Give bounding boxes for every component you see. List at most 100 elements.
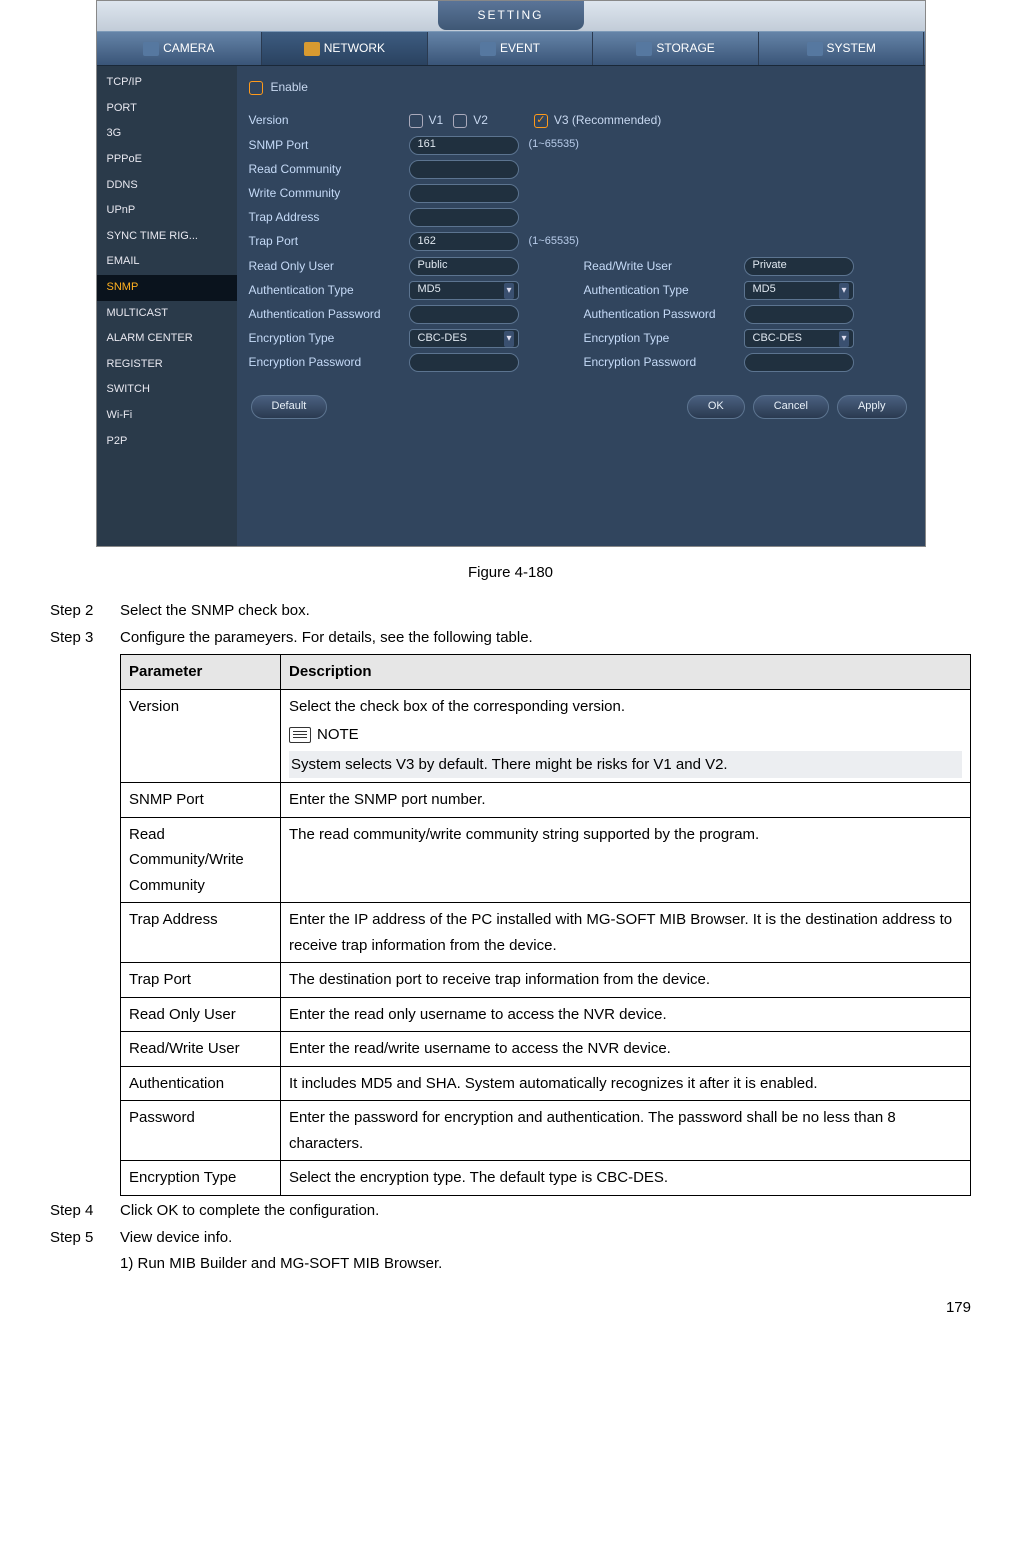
field-label: Authentication Type	[249, 281, 409, 300]
field-label: Authentication Password	[584, 305, 744, 324]
tab-label: STORAGE	[656, 39, 714, 58]
note-icon	[289, 727, 311, 743]
step-body: Configure the parameyers. For details, s…	[120, 626, 971, 1196]
field-input[interactable]	[409, 305, 519, 324]
sidebar-item-pppoe[interactable]: PPPoE	[97, 147, 237, 173]
field-label: Read Community	[249, 160, 409, 179]
camera-icon	[143, 42, 159, 56]
title-tab: SETTING	[437, 1, 583, 30]
field-input[interactable]: MD5	[409, 281, 519, 300]
v2-checkbox[interactable]	[453, 114, 467, 128]
system-icon	[807, 42, 823, 56]
sidebar-item-port[interactable]: PORT	[97, 96, 237, 122]
step-body: Select the SNMP check box.	[120, 599, 971, 623]
desc-cell: Enter the read/write username to access …	[281, 1032, 971, 1067]
field-label: SNMP Port	[249, 136, 409, 155]
field-label: Encryption Password	[249, 353, 409, 372]
v3-checkbox[interactable]: ✓	[534, 114, 548, 128]
sidebar-item-email[interactable]: EMAIL	[97, 249, 237, 275]
step-label: Step 5	[50, 1226, 120, 1276]
field-input[interactable]: Private	[744, 257, 854, 276]
desc-cell: It includes MD5 and SHA. System automati…	[281, 1066, 971, 1101]
step-label: Step 4	[50, 1199, 120, 1223]
tab-network[interactable]: NETWORK	[262, 32, 428, 65]
field-input[interactable]: 162	[409, 232, 519, 251]
bottom-bar: Default OK Cancel Apply	[249, 377, 909, 421]
field-input[interactable]: CBC-DES	[409, 329, 519, 348]
figure-caption: Figure 4-180	[50, 561, 971, 585]
param-cell: Trap Address	[121, 903, 281, 963]
param-cell: Trap Port	[121, 963, 281, 998]
v1-label: V1	[429, 111, 444, 130]
apply-button[interactable]: Apply	[837, 395, 907, 419]
step-label: Step 3	[50, 626, 120, 1196]
th-description: Description	[281, 655, 971, 690]
sidebar-item-tcp-ip[interactable]: TCP/IP	[97, 70, 237, 96]
field-input[interactable]: CBC-DES	[744, 329, 854, 348]
network-icon	[304, 42, 320, 56]
step-body: Click OK to complete the configuration.	[120, 1199, 971, 1223]
desc-cell: Enter the read only username to access t…	[281, 997, 971, 1032]
field-input[interactable]	[409, 184, 519, 203]
sidebar-item-snmp[interactable]: SNMP	[97, 275, 237, 301]
tab-system[interactable]: SYSTEM	[759, 32, 925, 65]
v1-checkbox[interactable]	[409, 114, 423, 128]
sidebar-item-register[interactable]: REGISTER	[97, 352, 237, 378]
field-input[interactable]: 161	[409, 136, 519, 155]
desc-cell: Enter the IP address of the PC installed…	[281, 903, 971, 963]
field-input[interactable]	[409, 353, 519, 372]
sidebar-item-upnp[interactable]: UPnP	[97, 198, 237, 224]
sidebar-item-3g[interactable]: 3G	[97, 121, 237, 147]
tab-storage[interactable]: STORAGE	[593, 32, 759, 65]
sidebar-item-sync-time-rig-[interactable]: SYNC TIME RIG...	[97, 224, 237, 250]
param-cell: Read Only User	[121, 997, 281, 1032]
field-label: Read/Write User	[584, 257, 744, 276]
field-input[interactable]: Public	[409, 257, 519, 276]
desc-cell: Select the check box of the correspondin…	[281, 689, 971, 783]
field-hint: (1~65535)	[529, 233, 579, 251]
field-label: Encryption Type	[249, 329, 409, 348]
enable-checkbox[interactable]	[249, 81, 263, 95]
step-text: Configure the parameyers. For details, s…	[120, 629, 533, 646]
th-parameter: Parameter	[121, 655, 281, 690]
field-input[interactable]	[744, 305, 854, 324]
sidebar-item-alarm-center[interactable]: ALARM CENTER	[97, 326, 237, 352]
tab-event[interactable]: EVENT	[428, 32, 594, 65]
step-label: Step 2	[50, 599, 120, 623]
v3-label: V3 (Recommended)	[554, 111, 661, 130]
sidebar-item-wi-fi[interactable]: Wi-Fi	[97, 403, 237, 429]
tab-label: CAMERA	[163, 39, 214, 58]
field-input[interactable]	[744, 353, 854, 372]
field-label: Trap Address	[249, 208, 409, 227]
desc-cell: The read community/write community strin…	[281, 817, 971, 903]
tab-label: EVENT	[500, 39, 540, 58]
param-cell: Read Community/Write Community	[121, 817, 281, 903]
tab-label: SYSTEM	[827, 39, 876, 58]
step-sub1: 1) Run MIB Builder and MG-SOFT MIB Brows…	[120, 1252, 971, 1276]
settings-screenshot: SETTING CAMERA NETWORK EVENT STORAGE SYS…	[96, 0, 926, 547]
sidebar-item-switch[interactable]: SWITCH	[97, 377, 237, 403]
field-input[interactable]	[409, 208, 519, 227]
sidebar-item-multicast[interactable]: MULTICAST	[97, 301, 237, 327]
field-label: Authentication Type	[584, 281, 744, 300]
enable-label: Enable	[271, 78, 308, 97]
field-label: Write Community	[249, 184, 409, 203]
main-tabs: CAMERA NETWORK EVENT STORAGE SYSTEM	[97, 31, 925, 66]
cancel-button[interactable]: Cancel	[753, 395, 829, 419]
note-label: NOTE	[317, 722, 359, 748]
default-button[interactable]: Default	[251, 395, 328, 419]
param-cell: Authentication	[121, 1066, 281, 1101]
param-cell: Read/Write User	[121, 1032, 281, 1067]
field-input[interactable]: MD5	[744, 281, 854, 300]
event-icon	[480, 42, 496, 56]
sidebar-item-ddns[interactable]: DDNS	[97, 173, 237, 199]
ok-button[interactable]: OK	[687, 395, 745, 419]
step-body: View device info. 1) Run MIB Builder and…	[120, 1226, 971, 1276]
desc-cell: Enter the password for encryption and au…	[281, 1101, 971, 1161]
tab-camera[interactable]: CAMERA	[97, 32, 263, 65]
field-input[interactable]	[409, 160, 519, 179]
sidebar-item-p2p[interactable]: P2P	[97, 429, 237, 455]
desc-cell: Enter the SNMP port number.	[281, 783, 971, 818]
sidebar: TCP/IPPORT3GPPPoEDDNSUPnPSYNC TIME RIG..…	[97, 66, 237, 546]
step-3: Step 3 Configure the parameyers. For det…	[50, 626, 971, 1196]
